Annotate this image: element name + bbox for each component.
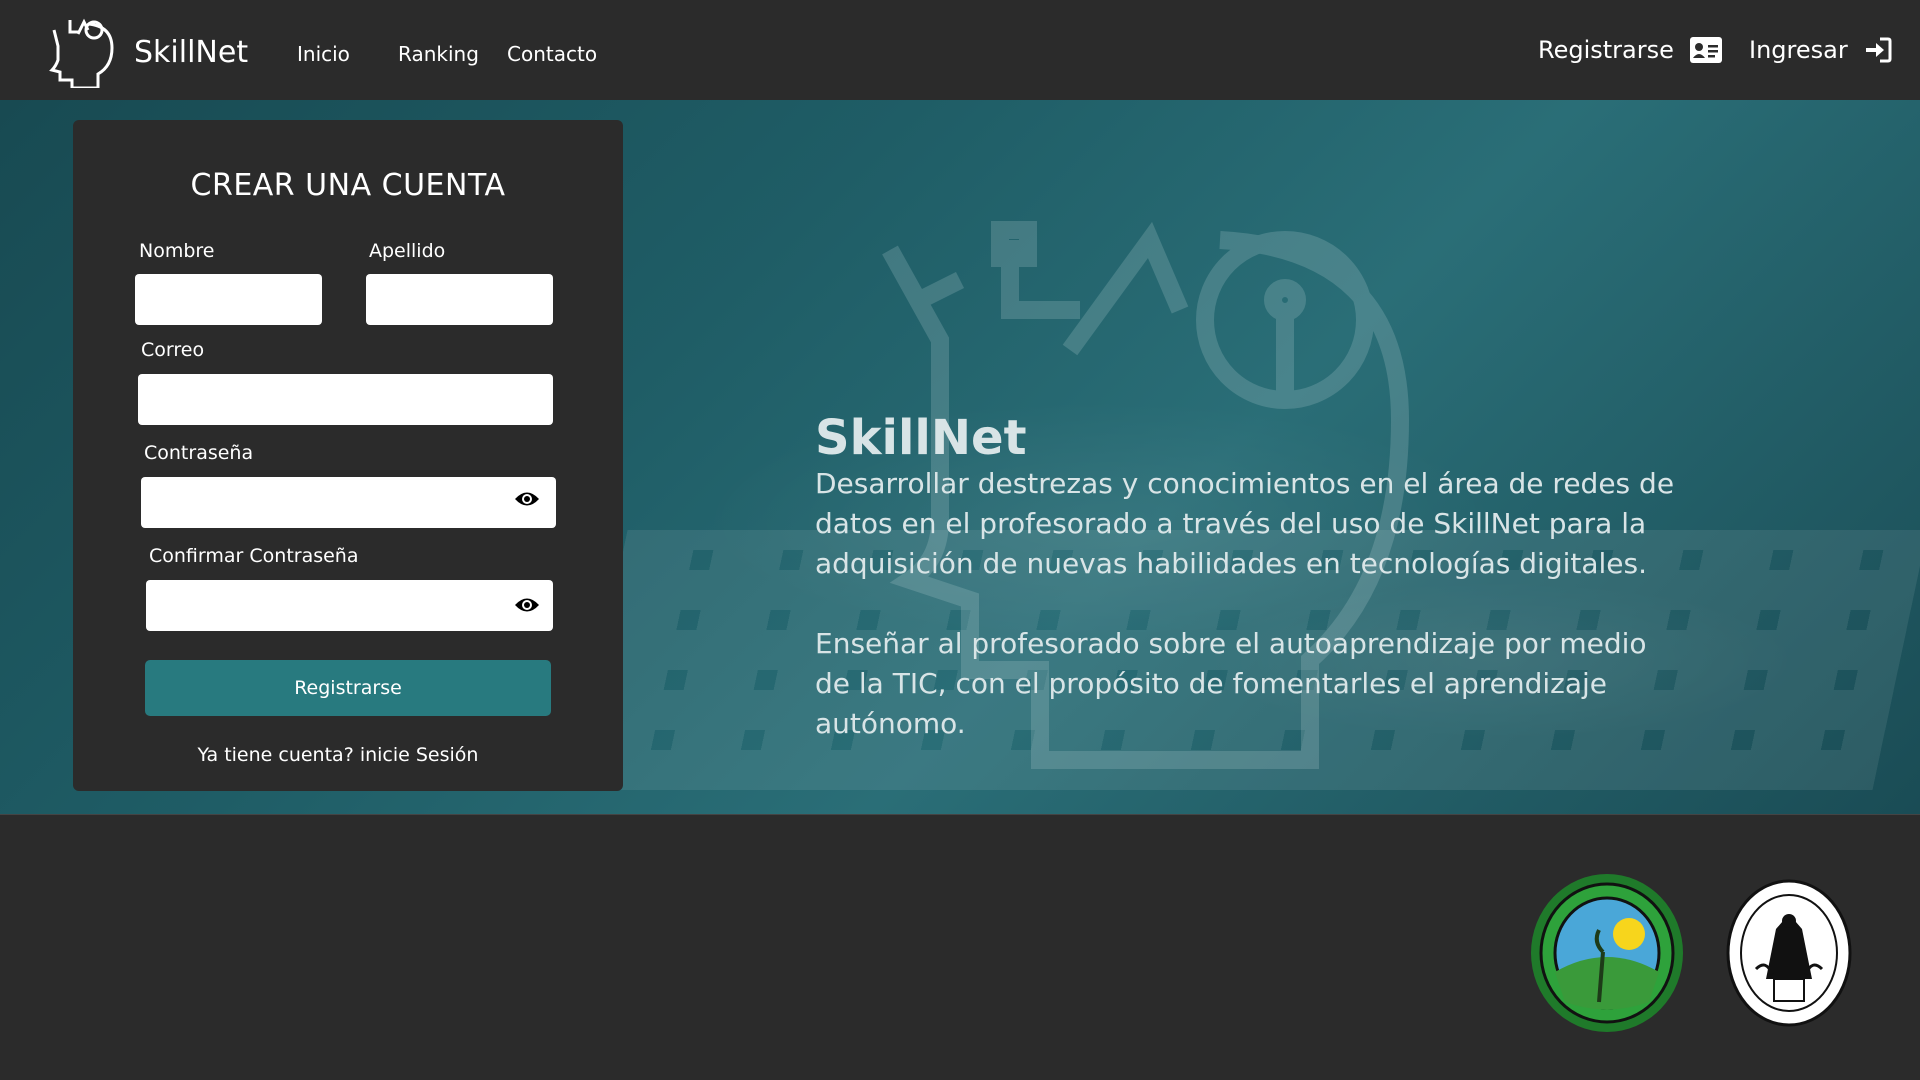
nav-register-label: Registrarse [1538, 36, 1674, 64]
eye-icon[interactable] [514, 596, 540, 614]
sign-in-icon [1865, 37, 1892, 63]
hero-paragraph-2: Enseñar al profesorado sobre el autoapre… [815, 627, 1647, 740]
first-name-input[interactable] [135, 274, 322, 325]
first-name-label: Nombre [139, 240, 215, 262]
register-submit-button[interactable]: Registrarse [145, 660, 551, 716]
hero-title: SkillNet [815, 410, 1027, 466]
hero-paragraph-1: Desarrollar destrezas y conocimientos en… [815, 467, 1675, 580]
password-label: Contraseña [144, 442, 254, 464]
last-name-input[interactable] [366, 274, 553, 325]
nav-login[interactable]: Ingresar [1749, 36, 1892, 64]
register-card: CREAR UNA CUENTA Nombre Apellido Correo … [73, 120, 623, 791]
nav-link-contacto[interactable]: Contacto [507, 42, 597, 66]
register-title: CREAR UNA CUENTA [190, 168, 506, 203]
confirm-password-input[interactable] [146, 580, 553, 631]
email-input[interactable] [138, 374, 553, 425]
footer [0, 814, 1920, 1080]
top-navbar: SkillNet Inicio Ranking Contacto Registr… [0, 0, 1920, 100]
nav-link-ranking[interactable]: Ranking [398, 42, 479, 66]
password-input[interactable] [141, 477, 556, 528]
confirm-password-label: Confirmar Contraseña [149, 545, 359, 567]
brand[interactable]: SkillNet [48, 16, 248, 88]
nav-link-inicio[interactable]: Inicio [297, 42, 350, 66]
nav-login-label: Ingresar [1749, 36, 1848, 64]
id-card-icon [1689, 37, 1722, 63]
login-link[interactable]: Ya tiene cuenta? inicie Sesión [73, 744, 603, 766]
green-laurel-seal [1531, 874, 1683, 1032]
university-seal [1726, 879, 1852, 1027]
head-ideas-icon [49, 18, 114, 88]
eye-icon[interactable] [514, 490, 540, 508]
brand-name: SkillNet [134, 34, 249, 70]
email-label: Correo [141, 339, 205, 361]
hero-section: SkillNet Desarrollar destrezas y conocim… [0, 100, 1920, 814]
nav-register[interactable]: Registrarse [1538, 36, 1722, 64]
last-name-label: Apellido [369, 240, 446, 262]
